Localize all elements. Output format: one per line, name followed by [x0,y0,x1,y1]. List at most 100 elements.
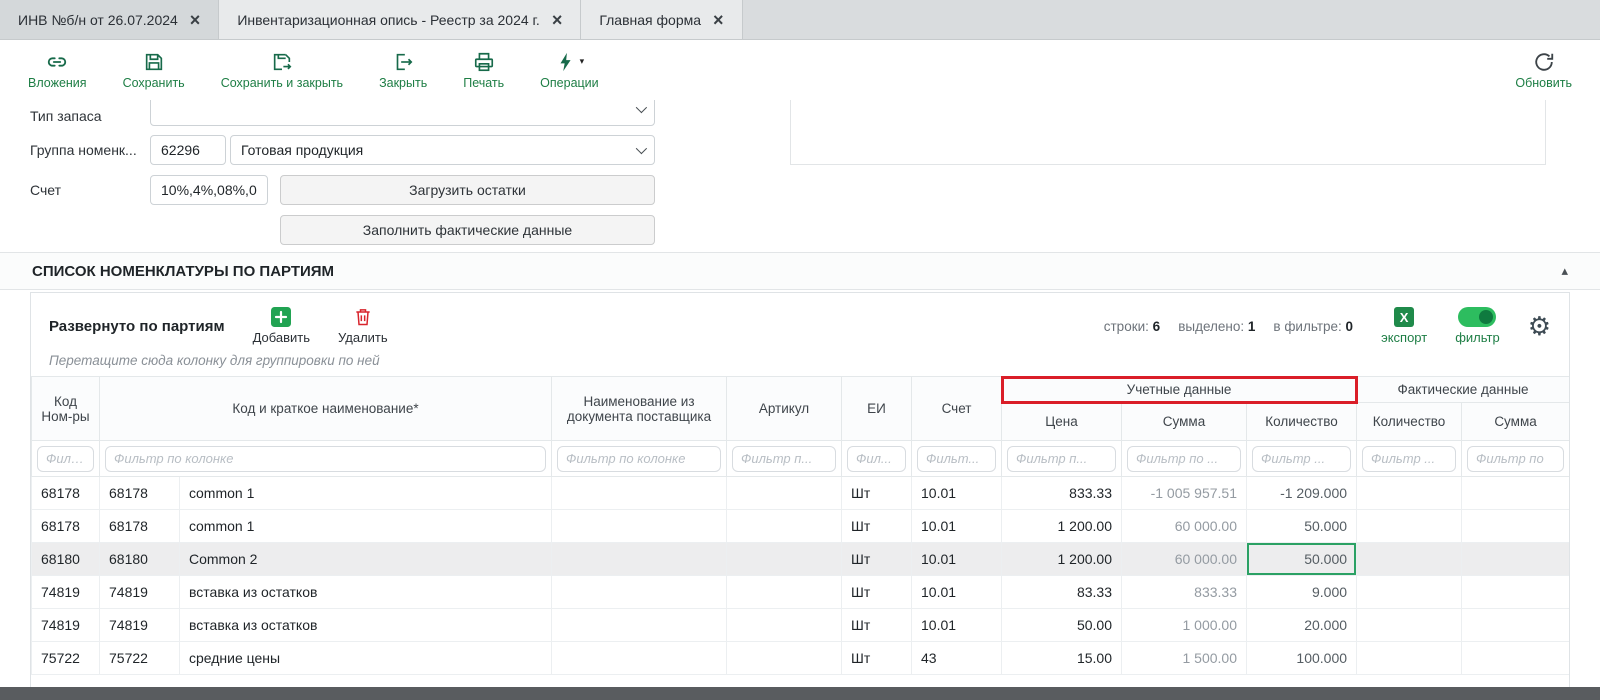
cell-code[interactable]: 74819 [32,576,100,609]
cell-qty[interactable]: 50.000 [1247,510,1357,543]
col-header-code-name[interactable]: Код и краткое наименование* [100,377,552,441]
table-row[interactable]: 74819 74819 вставка из остатков Шт 10.01… [32,576,1570,609]
cell-name[interactable]: common 1 [180,477,552,510]
cell-unit[interactable]: Шт [842,642,912,675]
cell-code2[interactable]: 75722 [100,642,180,675]
nomenclature-group-code-input[interactable] [150,135,226,165]
filter-input-sum[interactable] [1127,446,1241,472]
tab-close-icon[interactable]: × [713,11,724,29]
cell-fact-qty[interactable] [1357,576,1462,609]
col-header-code[interactable]: Код Ном-ры [32,377,100,441]
stock-type-select[interactable] [150,100,655,126]
cell-name[interactable]: вставка из остатков [180,609,552,642]
cell-sum[interactable]: 60 000.00 [1122,543,1247,576]
col-header-sum[interactable]: Сумма [1122,403,1247,441]
cell-code2[interactable]: 74819 [100,576,180,609]
filter-input-price[interactable] [1007,446,1116,472]
cell-code[interactable]: 68180 [32,543,100,576]
cell-name[interactable]: common 1 [180,510,552,543]
cell-article[interactable] [727,510,842,543]
cell-article[interactable] [727,543,842,576]
cell-fact-sum[interactable] [1462,576,1570,609]
cell-code2[interactable]: 68178 [100,477,180,510]
col-header-article[interactable]: Артикул [727,377,842,441]
cell-price[interactable]: 1 200.00 [1002,510,1122,543]
cell-doc-name[interactable] [552,477,727,510]
cell-qty[interactable]: -1 209.000 [1247,477,1357,510]
col-header-fact-sum[interactable]: Сумма [1462,403,1570,441]
cell-code[interactable]: 68178 [32,477,100,510]
cell-name[interactable]: Common 2 [180,543,552,576]
cell-unit[interactable]: Шт [842,477,912,510]
col-header-doc-name[interactable]: Наименование из документа поставщика [552,377,727,441]
cell-price[interactable]: 83.33 [1002,576,1122,609]
cell-doc-name[interactable] [552,609,727,642]
tab-inventory-doc[interactable]: ИНВ №б/н от 26.07.2024 × [0,0,219,39]
gear-icon[interactable]: ⚙ [1528,313,1551,339]
cell-doc-name[interactable] [552,543,727,576]
table-row[interactable]: 68178 68178 common 1 Шт 10.01 1 200.00 6… [32,510,1570,543]
filter-input-account[interactable] [917,446,996,472]
save-and-close-button[interactable]: Сохранить и закрыть [221,51,343,90]
cell-unit[interactable]: Шт [842,510,912,543]
cell-qty[interactable]: 50.000 [1247,543,1357,576]
table-row[interactable]: 75722 75722 средние цены Шт 43 15.00 1 5… [32,642,1570,675]
close-button[interactable]: Закрыть [379,51,427,90]
cell-fact-sum[interactable] [1462,477,1570,510]
cell-account[interactable]: 10.01 [912,609,1002,642]
cell-unit[interactable]: Шт [842,543,912,576]
delete-row-button[interactable]: Удалить [338,307,388,345]
cell-code[interactable]: 74819 [32,609,100,642]
collapse-icon[interactable]: ▴ [1561,263,1568,279]
cell-account[interactable]: 10.01 [912,477,1002,510]
cell-account[interactable]: 43 [912,642,1002,675]
cell-article[interactable] [727,477,842,510]
cell-article[interactable] [727,642,842,675]
col-header-fact-qty[interactable]: Количество [1357,403,1462,441]
cell-sum[interactable]: 833.33 [1122,576,1247,609]
tab-close-icon[interactable]: × [190,11,201,29]
cell-fact-qty[interactable] [1357,543,1462,576]
filter-input-code-name[interactable] [105,446,546,472]
cell-article[interactable] [727,609,842,642]
account-input[interactable] [150,175,268,205]
table-row[interactable]: 68178 68178 common 1 Шт 10.01 833.33 -1 … [32,477,1570,510]
col-header-qty[interactable]: Количество [1247,403,1357,441]
cell-code[interactable]: 68178 [32,510,100,543]
cell-fact-qty[interactable] [1357,609,1462,642]
cell-price[interactable]: 50.00 [1002,609,1122,642]
cell-doc-name[interactable] [552,642,727,675]
cell-fact-sum[interactable] [1462,642,1570,675]
comment-field[interactable] [790,100,1546,165]
cell-fact-sum[interactable] [1462,510,1570,543]
filter-input-qty[interactable] [1252,446,1351,472]
cell-price[interactable]: 15.00 [1002,642,1122,675]
filter-input-unit[interactable] [847,446,906,472]
add-row-button[interactable]: Добавить [253,307,310,345]
export-excel-button[interactable]: X экспорт [1381,307,1427,345]
tab-registry[interactable]: Инвентаризационная опись - Реестр за 202… [219,0,581,39]
cell-code2[interactable]: 74819 [100,609,180,642]
cell-code2[interactable]: 68178 [100,510,180,543]
cell-qty[interactable]: 100.000 [1247,642,1357,675]
print-button[interactable]: Печать [463,51,504,90]
table-row[interactable]: 74819 74819 вставка из остатков Шт 10.01… [32,609,1570,642]
cell-sum[interactable]: 1 500.00 [1122,642,1247,675]
load-balances-button[interactable]: Загрузить остатки [280,175,655,205]
save-button[interactable]: Сохранить [123,51,185,90]
section-header[interactable]: СПИСОК НОМЕНКЛАТУРЫ ПО ПАРТИЯМ ▴ [0,252,1600,290]
refresh-button[interactable]: Обновить [1515,51,1572,90]
col-header-account[interactable]: Счет [912,377,1002,441]
table-row[interactable]: 68180 68180 Common 2 Шт 10.01 1 200.00 6… [32,543,1570,576]
cell-fact-sum[interactable] [1462,543,1570,576]
filter-input-fact-sum[interactable] [1467,446,1564,472]
cell-price[interactable]: 1 200.00 [1002,543,1122,576]
cell-fact-qty[interactable] [1357,510,1462,543]
col-header-price[interactable]: Цена [1002,403,1122,441]
filter-input-fact-qty[interactable] [1362,446,1456,472]
filter-input-code[interactable] [37,446,94,472]
cell-fact-qty[interactable] [1357,642,1462,675]
cell-qty[interactable]: 9.000 [1247,576,1357,609]
grouping-drop-zone[interactable]: Перетащите сюда колонку для группировки … [31,349,1569,376]
filter-input-article[interactable] [732,446,836,472]
